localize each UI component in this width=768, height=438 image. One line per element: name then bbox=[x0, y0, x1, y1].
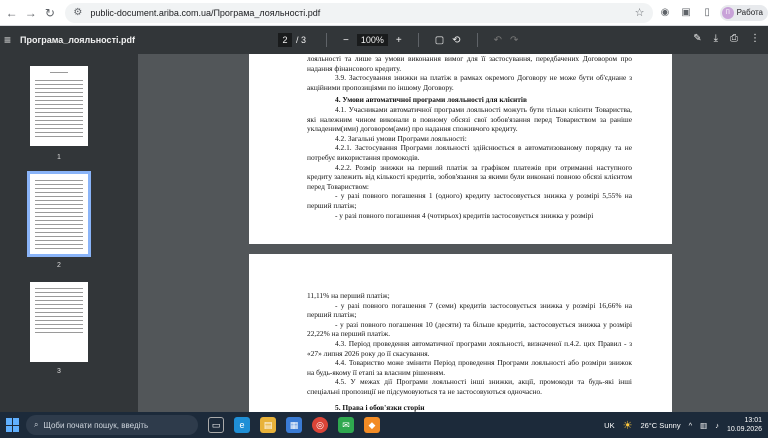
paragraph: 4.1. Учасниками автоматичної програми ло… bbox=[307, 104, 632, 134]
page-number-input[interactable]: 2 bbox=[278, 33, 292, 47]
pdf-actions: ✎ ⤓ ⎙ ⋮ bbox=[693, 33, 760, 44]
weather-icon: ☀ bbox=[622, 419, 633, 432]
app-icon[interactable]: ◆ bbox=[364, 417, 380, 433]
task-view-icon[interactable]: ▭ bbox=[208, 417, 224, 433]
clock-date: 10.09.2026 bbox=[726, 426, 762, 433]
chat-icon[interactable]: ✉ bbox=[338, 417, 354, 433]
fit-page-icon[interactable]: ▢ bbox=[435, 35, 444, 46]
thumbnail-sidebar: 1 2 3 bbox=[0, 54, 138, 412]
divider bbox=[326, 33, 327, 47]
page-thumbnail-1[interactable] bbox=[30, 66, 88, 146]
thumbnail-label: 2 bbox=[57, 262, 61, 269]
zoom-controls: − 100% + ▢ ⟲ ↶ ↷ bbox=[318, 33, 518, 47]
search-icon: ⌕ bbox=[34, 420, 39, 429]
pdf-viewer[interactable]: лояльності та лише за умови виконання ви… bbox=[138, 54, 768, 412]
paragraph: 4.4. Товариство може змінити Період пров… bbox=[307, 358, 632, 377]
zoom-out-icon[interactable]: − bbox=[343, 35, 349, 46]
menu-icon[interactable]: ≡ bbox=[4, 33, 16, 47]
paragraph: - у разі повного погашення 7 (семи) кред… bbox=[307, 300, 632, 320]
extensions-puzzle-icon[interactable]: ▣ bbox=[678, 4, 695, 22]
chrome-icon[interactable]: ◎ bbox=[312, 417, 328, 433]
rotate-icon[interactable]: ⟲ bbox=[452, 35, 460, 46]
tray-chevron-icon[interactable]: ^ bbox=[689, 421, 693, 430]
forward-icon[interactable]: → bbox=[23, 6, 38, 20]
url-bar[interactable]: ⚙ public-document.ariba.com.ua/Програма_… bbox=[65, 2, 653, 23]
volume-icon[interactable]: ♪ bbox=[715, 421, 719, 430]
divider bbox=[417, 33, 419, 47]
clock[interactable]: 13:01 10.09.2026 bbox=[727, 416, 762, 434]
more-options-icon[interactable]: ⋮ bbox=[750, 33, 760, 44]
weather-text[interactable]: 26°C Sunny bbox=[640, 421, 680, 430]
thumbnail-label: 1 bbox=[57, 154, 61, 161]
paragraph: лояльності та лише за умови виконання ви… bbox=[307, 54, 632, 73]
paragraph: 4.3. Період проведення автоматичної прог… bbox=[307, 338, 632, 358]
bookmark-star-icon[interactable]: ☆ bbox=[635, 6, 645, 19]
paragraph: 4.2.2. Розмір знижки на перший платіж за… bbox=[307, 162, 632, 191]
paragraph: - у разі повного погашення 10 (десяти) т… bbox=[307, 319, 632, 339]
thumbnail-label: 3 bbox=[57, 368, 61, 375]
edge-icon[interactable]: e bbox=[234, 417, 250, 433]
profile-button[interactable]: П Работа bbox=[719, 4, 768, 21]
site-settings-icon[interactable]: ⚙ bbox=[73, 7, 82, 18]
divider bbox=[476, 33, 478, 47]
system-tray: UK ☀ 26°C Sunny ^ ▥ ♪ 13:01 10.09.2026 bbox=[604, 412, 762, 438]
download-icon[interactable]: ⤓ bbox=[714, 33, 718, 44]
zoom-value[interactable]: 100% bbox=[356, 34, 388, 46]
reload-icon[interactable]: ↻ bbox=[42, 6, 57, 20]
pdf-page-3: 11,11% на перший платіж; - у разі повног… bbox=[249, 254, 672, 412]
taskbar-search[interactable]: ⌕ Щоби почати пошук, введіть bbox=[26, 415, 198, 435]
store-icon[interactable]: ▦ bbox=[286, 417, 302, 433]
language-indicator[interactable]: UK bbox=[604, 421, 614, 430]
paragraph: 4.5. У межах дії Програми лояльності інш… bbox=[307, 377, 632, 396]
page-selector: 2 / 3 bbox=[278, 33, 306, 47]
zoom-in-icon[interactable]: + bbox=[396, 35, 402, 46]
paragraph: 4.2. Загальні умови Програми лояльності: bbox=[335, 133, 467, 143]
windows-start-icon[interactable] bbox=[6, 418, 20, 432]
paragraph: 3.9. Застосування знижки на платіж в рам… bbox=[307, 73, 632, 92]
undo-icon[interactable]: ↶ bbox=[494, 35, 502, 46]
redo-icon[interactable]: ↷ bbox=[510, 35, 518, 46]
taskbar: ⌕ Щоби почати пошук, введіть ▭ e ▤ ▦ ◎ ✉… bbox=[0, 412, 768, 438]
section-heading: 4. Умови автоматичної програми лояльност… bbox=[335, 95, 527, 105]
section-heading: 5. Права і обов'язки сторін bbox=[335, 402, 425, 412]
avatar: П bbox=[721, 6, 734, 19]
document-title: Програма_лояльності.pdf bbox=[20, 35, 135, 45]
profile-label: Работа bbox=[736, 8, 763, 17]
url-text: public-document.ariba.com.ua/Програма_ло… bbox=[90, 7, 321, 18]
print-icon[interactable]: ⎙ bbox=[730, 33, 738, 44]
clock-time: 13:01 bbox=[744, 417, 762, 424]
page-total: / 3 bbox=[296, 35, 307, 45]
paragraph: - у разі повного погашення 1 (одного) кр… bbox=[307, 191, 632, 210]
paragraph: 4.2.1. Застосування Програми лояльності … bbox=[307, 143, 632, 162]
page-thumbnail-2[interactable] bbox=[27, 171, 91, 257]
paragraph: 11,11% на перший платіж; bbox=[307, 291, 390, 300]
network-icon[interactable]: ▥ bbox=[700, 421, 707, 430]
pdf-page-2: лояльності та лише за умови виконання ви… bbox=[249, 54, 672, 244]
search-placeholder: Щоби почати пошук, введіть bbox=[43, 420, 149, 430]
back-icon[interactable]: ← bbox=[4, 6, 19, 20]
side-panel-icon[interactable]: ▯ bbox=[699, 4, 716, 22]
page-thumbnail-3[interactable] bbox=[30, 282, 88, 362]
file-explorer-icon[interactable]: ▤ bbox=[260, 417, 276, 433]
paragraph: - у разі повного погашення 4 (чотирьох) … bbox=[335, 210, 594, 220]
add-text-icon[interactable]: ✎ bbox=[693, 33, 701, 44]
browser-address-bar: ← → ↻ ⚙ public-document.ariba.com.ua/Про… bbox=[0, 0, 768, 26]
extension-icon[interactable]: ◉ bbox=[657, 4, 674, 22]
